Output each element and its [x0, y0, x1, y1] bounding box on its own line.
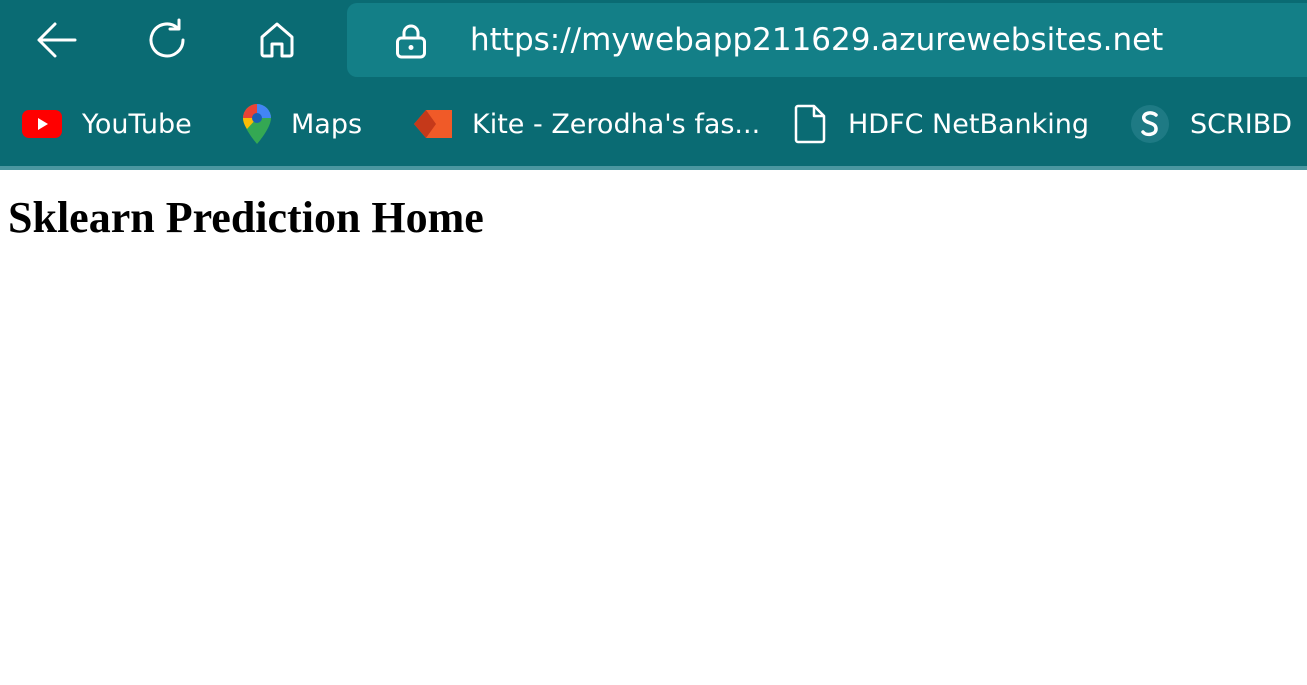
browser-chrome: https://mywebapp211629.azurewebsites.net…: [0, 0, 1307, 170]
home-button[interactable]: [251, 14, 303, 66]
bookmark-kite[interactable]: Kite - Zerodha's fas...: [414, 84, 760, 164]
bookmark-label: YouTube: [82, 108, 192, 140]
youtube-icon: [22, 110, 62, 138]
kite-icon: [414, 110, 452, 138]
refresh-button[interactable]: [141, 14, 193, 66]
bookmark-youtube[interactable]: YouTube: [22, 84, 192, 164]
page-title: Sklearn Prediction Home: [8, 193, 484, 242]
bookmark-hdfc-netbanking[interactable]: HDFC NetBanking: [792, 84, 1089, 164]
bookmark-maps[interactable]: Maps: [243, 84, 362, 164]
bookmark-label: Kite - Zerodha's fas...: [472, 108, 761, 140]
bookmarks-bar: YouTube Maps Kite - Zerodha's fas... HDF…: [0, 84, 1307, 164]
document-icon: [792, 104, 828, 144]
scribd-icon: [1130, 104, 1170, 144]
lock-icon[interactable]: [395, 23, 427, 59]
url-text[interactable]: https://mywebapp211629.azurewebsites.net: [470, 3, 1163, 77]
home-icon: [260, 22, 294, 58]
bookmark-label: Maps: [291, 108, 363, 140]
bookmark-label: HDFC NetBanking: [848, 108, 1090, 140]
bookmark-label: SCRIBD: [1190, 108, 1293, 140]
bookmark-scribd[interactable]: SCRIBD: [1130, 84, 1292, 164]
back-button[interactable]: [31, 14, 83, 66]
page-content: Sklearn Prediction Home: [0, 170, 1307, 685]
google-maps-icon: [243, 104, 271, 144]
browser-toolbar: https://mywebapp211629.azurewebsites.net: [0, 0, 1307, 84]
address-bar[interactable]: https://mywebapp211629.azurewebsites.net: [347, 3, 1307, 77]
back-arrow-icon: [37, 22, 77, 58]
refresh-icon: [149, 18, 185, 58]
